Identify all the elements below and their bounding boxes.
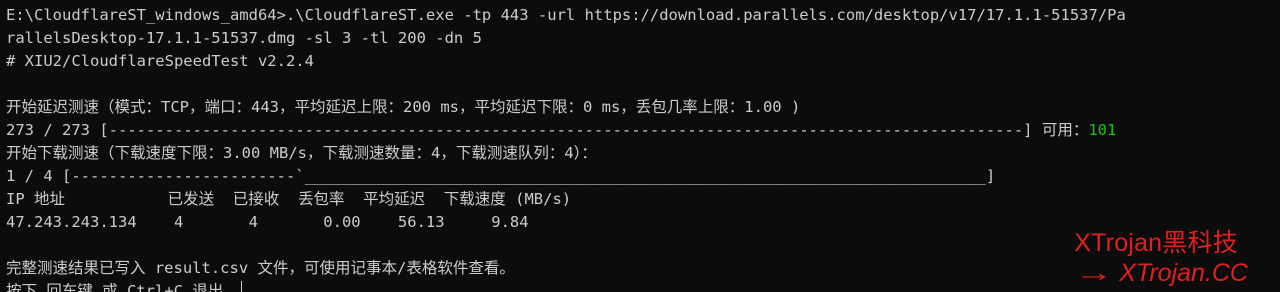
watermark: XTrojan黑科技 → XTrojan.CC <box>1074 228 1248 288</box>
terminal-line-latency-progress: 273 / 273 [-----------------------------… <box>6 119 1280 142</box>
terminal-window[interactable]: E:\CloudflareST_windows_amd64>.\Cloudfla… <box>0 0 1280 292</box>
arrow-right-icon: → <box>1074 259 1115 287</box>
results-table-header: IP 地址 已发送 已接收 丢包率 平均延迟 下载速度 (MB/s) <box>6 190 572 208</box>
available-count: 101 <box>1088 121 1117 139</box>
terminal-line-command: E:\CloudflareST_windows_amd64>.\Cloudfla… <box>6 6 1126 24</box>
terminal-line-version: # XIU2/CloudflareSpeedTest v2.2.4 <box>6 52 314 70</box>
text-cursor <box>240 281 242 292</box>
watermark-site-line: → XTrojan.CC <box>1074 258 1248 288</box>
terminal-line-download-progress: 1 / 4 [------------------------`________… <box>6 167 996 185</box>
terminal-line-download-start: 开始下载测速（下载速度下限：3.00 MB/s，下载测速数量：4，下载测速队列：… <box>6 144 597 162</box>
terminal-line-latency-start: 开始延迟测速（模式：TCP，端口：443，平均延迟上限：200 ms，平均延迟下… <box>6 98 801 116</box>
latency-progress-text: 273 / 273 [-----------------------------… <box>6 121 1089 139</box>
terminal-line-command-cont: rallelsDesktop-17.1.1-51537.dmg -sl 3 -t… <box>6 29 482 47</box>
watermark-brand: XTrojan黑科技 <box>1074 229 1238 257</box>
exit-prompt-text: 按下 回车键 或 Ctrl+C 退出。 <box>6 282 239 292</box>
watermark-site: XTrojan.CC <box>1119 259 1248 287</box>
